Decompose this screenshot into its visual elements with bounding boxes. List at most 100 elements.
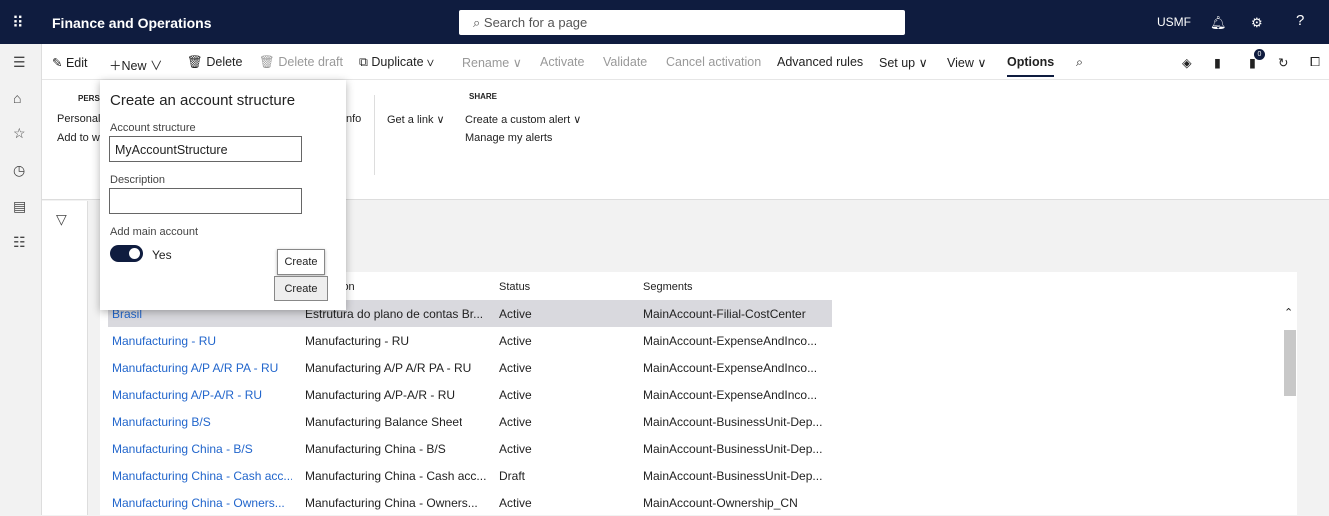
table-row[interactable]: Manufacturing B/S Manufacturing Balance S… xyxy=(108,408,1278,435)
workspace-icon[interactable]: ▤ xyxy=(13,198,26,215)
top-bar: ⠿ Finance and Operations ⌕ Search for a … xyxy=(0,0,1329,44)
get-link-label: Get a link xyxy=(387,114,434,126)
delete-draft-button[interactable]: 🗑︎ Delete draft xyxy=(259,55,343,70)
action-pane: ✎ Edit ＋New ∨ 🗑︎ Delete 🗑︎ Delete draft … xyxy=(42,44,1329,80)
row-name-link[interactable]: Manufacturing A/P A/R PA - RU xyxy=(112,361,278,375)
advanced-rules-button[interactable]: Advanced rules xyxy=(777,55,863,69)
row-segments: MainAccount-ExpenseAndInco... xyxy=(643,388,818,402)
search-icon[interactable]: ⌕ xyxy=(1076,55,1083,70)
delete-draft-label: Delete draft xyxy=(278,55,343,69)
row-description: Manufacturing Balance Sheet xyxy=(305,415,463,429)
star-icon[interactable]: ☆ xyxy=(13,125,26,142)
clock-icon[interactable]: ◷ xyxy=(13,162,25,179)
open-new-window-icon[interactable]: ⧠ xyxy=(1310,55,1320,70)
row-status: Active xyxy=(499,334,532,348)
rename-label: Rename xyxy=(462,56,510,70)
row-name-link[interactable]: Manufacturing China - B/S xyxy=(112,442,253,456)
description-label: Description xyxy=(110,174,166,186)
home-icon[interactable]: ⌂ xyxy=(13,90,21,106)
get-link-button[interactable]: Get a link ∨ xyxy=(387,113,445,126)
add-to-workspace-link[interactable]: Add to w xyxy=(57,132,100,144)
row-name-link[interactable]: Manufacturing China - Cash acc... xyxy=(112,469,292,483)
column-header-status[interactable]: Status xyxy=(499,281,530,293)
attachments-icon[interactable]: ▮ 0 xyxy=(1249,49,1265,70)
custom-alert-label: Create a custom alert xyxy=(465,114,571,126)
custom-alert-button[interactable]: Create a custom alert ∨ xyxy=(465,113,581,126)
table-row[interactable]: Manufacturing China - Cash acc... Manufac… xyxy=(108,462,1278,489)
set-up-label: Set up xyxy=(879,56,916,70)
refresh-icon[interactable]: ↻ xyxy=(1278,55,1288,70)
personalize-caption: PERS xyxy=(78,94,100,103)
hamburger-icon[interactable]: ☰ xyxy=(13,54,26,71)
search-input[interactable]: ⌕ Search for a page xyxy=(459,10,905,35)
create-tooltip: Create xyxy=(277,249,325,275)
toggle-value: Yes xyxy=(152,248,172,262)
row-status: Active xyxy=(499,496,532,510)
row-segments: MainAccount-BusinessUnit-Dep... xyxy=(643,469,823,483)
row-status: Active xyxy=(499,442,532,456)
view-label: View xyxy=(947,56,974,70)
company-picker[interactable]: USMF xyxy=(1157,15,1191,29)
attachments-badge: 0 xyxy=(1254,49,1265,60)
new-button[interactable]: ＋New ∨ xyxy=(109,55,163,74)
activate-button[interactable]: Activate xyxy=(540,55,584,69)
modules-icon[interactable]: ☷ xyxy=(13,234,26,251)
record-info-link[interactable]: nfo xyxy=(346,113,361,125)
new-label: New xyxy=(121,59,147,73)
delete-label: Delete xyxy=(206,55,243,69)
row-description: Manufacturing China - B/S xyxy=(305,442,446,456)
table-row[interactable]: Manufacturing China - B/S Manufacturing C… xyxy=(108,435,1278,462)
power-apps-icon[interactable]: ◈ xyxy=(1182,55,1192,70)
cancel-activation-button[interactable]: Cancel activation xyxy=(666,55,761,69)
delete-button[interactable]: 🗑︎ Delete xyxy=(187,55,242,70)
help-icon[interactable]: ? xyxy=(1296,12,1304,29)
account-structure-label: Account structure xyxy=(110,122,196,134)
set-up-button[interactable]: Set up ∨ xyxy=(879,55,928,70)
row-status: Active xyxy=(499,307,532,321)
search-icon: ⌕ xyxy=(473,15,484,30)
view-button[interactable]: View ∨ xyxy=(947,55,987,70)
account-structure-input[interactable]: MyAccountStructure xyxy=(109,136,302,162)
row-name-link[interactable]: Manufacturing China - Owners... xyxy=(112,496,285,510)
gear-icon[interactable]: ⚙ xyxy=(1251,15,1263,31)
row-status: Active xyxy=(499,415,532,429)
filter-icon[interactable]: ▽ xyxy=(56,211,67,228)
table-row[interactable]: Manufacturing China - Owners... Manufactu… xyxy=(108,489,1278,516)
scrollbar-thumb[interactable] xyxy=(1284,330,1296,396)
scroll-up-icon[interactable]: ⌃ xyxy=(1284,306,1293,319)
add-main-account-toggle[interactable] xyxy=(110,245,143,262)
row-description: Manufacturing - RU xyxy=(305,334,410,348)
validate-button[interactable]: Validate xyxy=(603,55,647,69)
rename-button[interactable]: Rename ∨ xyxy=(462,55,522,70)
row-segments: MainAccount-ExpenseAndInco... xyxy=(643,361,818,375)
row-status: Draft xyxy=(499,469,526,483)
manage-alerts-link[interactable]: Manage my alerts xyxy=(465,132,552,144)
row-description: Manufacturing A/P A/R PA - RU xyxy=(305,361,472,375)
office-icon[interactable]: ▮ xyxy=(1214,55,1221,70)
row-status: Active xyxy=(499,361,532,375)
table-row[interactable]: Manufacturing A/P A/R PA - RU Manufacturi… xyxy=(108,354,1278,381)
row-name-link[interactable]: Manufacturing - RU xyxy=(112,334,216,348)
row-segments: MainAccount-Filial-CostCenter xyxy=(643,307,806,321)
description-input[interactable] xyxy=(109,188,302,214)
table-row[interactable]: Manufacturing - RU Manufacturing - RU Acti… xyxy=(108,327,1278,354)
duplicate-button[interactable]: ⧉ Duplicate ∨ xyxy=(359,55,434,70)
table-row[interactable]: Manufacturing A/P-A/R - RU Manufacturing … xyxy=(108,381,1278,408)
row-name-link[interactable]: Manufacturing B/S xyxy=(112,415,211,429)
row-description: Manufacturing China - Owners... xyxy=(305,496,478,510)
row-description: Manufacturing A/P-A/R - RU xyxy=(305,388,456,402)
share-caption: SHARE xyxy=(469,92,498,101)
bell-icon[interactable]: 🔔︎ xyxy=(1210,15,1227,31)
row-name-link[interactable]: Manufacturing A/P-A/R - RU xyxy=(112,388,262,402)
create-account-structure-dialog: Create an account structure Account stru… xyxy=(100,80,346,310)
edit-button[interactable]: ✎ Edit xyxy=(52,55,88,70)
create-button[interactable]: Create xyxy=(274,276,328,301)
add-main-account-label: Add main account xyxy=(110,226,199,238)
app-launcher-icon[interactable]: ⠿ xyxy=(12,13,24,33)
row-segments: MainAccount-BusinessUnit-Dep... xyxy=(643,442,823,456)
column-header-segments[interactable]: Segments xyxy=(643,281,693,293)
row-segments: MainAccount-BusinessUnit-Dep... xyxy=(643,415,823,429)
tab-options[interactable]: Options xyxy=(1007,55,1055,77)
divider xyxy=(374,95,375,175)
edit-label: Edit xyxy=(65,56,88,70)
